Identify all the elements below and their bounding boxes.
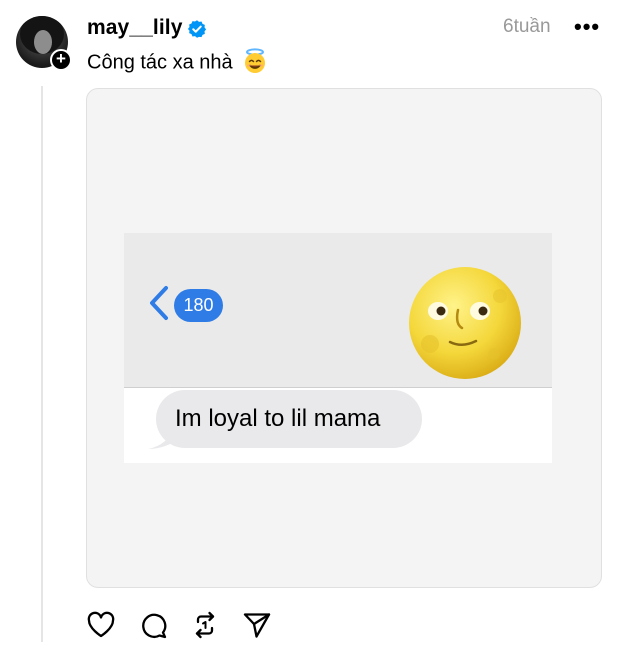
smiling-face-with-halo-emoji-icon (245, 48, 266, 73)
comment-icon[interactable] (138, 610, 168, 640)
message-screenshot-image: 180 Im loyal to lil mama (124, 233, 552, 463)
post-caption: Công tác xa nhà (87, 48, 268, 76)
send-icon[interactable] (242, 610, 272, 640)
more-options-button[interactable]: ••• (574, 16, 600, 38)
follow-button[interactable]: + (50, 49, 72, 71)
caption-text: Công tác xa nhà (87, 51, 233, 74)
heart-icon[interactable] (86, 610, 116, 640)
full-moon-face-icon (409, 267, 521, 379)
unread-count-badge: 180 (174, 289, 223, 322)
message-bubble: Im loyal to lil mama (156, 390, 422, 448)
chevron-left-icon (150, 286, 168, 320)
repost-icon[interactable] (190, 610, 220, 640)
username[interactable]: may__lily (87, 16, 182, 40)
verified-badge-icon (187, 20, 207, 38)
thread-line (41, 86, 43, 642)
avatar-face (34, 30, 52, 54)
post-timestamp: 6tuần (503, 16, 551, 37)
